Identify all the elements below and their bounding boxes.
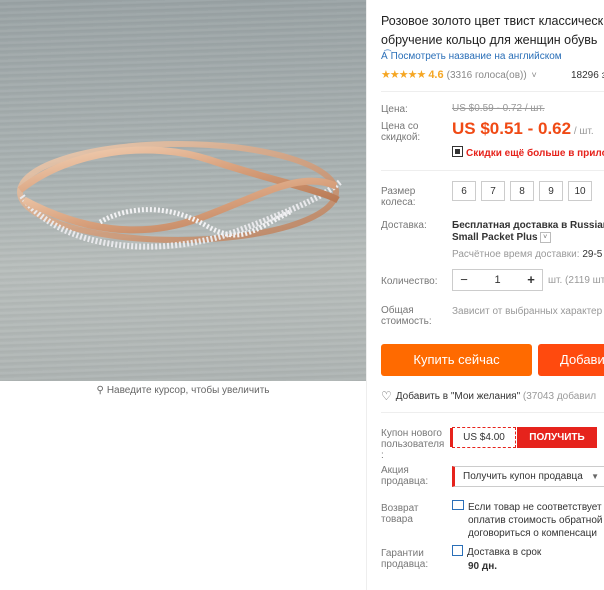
zoom-hint: ⚲ Наведите курсор, чтобы увеличить: [0, 385, 366, 396]
new-user-label-line3: :: [381, 450, 384, 461]
add-to-cart-button[interactable]: Добави: [538, 344, 604, 376]
guarantee-label-line1: Гарантии: [381, 548, 424, 559]
shipping-time-label: Расчётное время доставки:: [452, 249, 580, 260]
returns-info: Если товар не соответствует оплатив стои…: [452, 500, 602, 540]
old-price-unit: / шт.: [522, 103, 545, 114]
total-value: Зависит от выбранных характер: [452, 306, 603, 317]
translate-link-text[interactable]: Посмотреть название на английском: [391, 51, 562, 62]
shipping-time-value: 29-5: [579, 249, 603, 260]
discount-label-line1: Цена со: [381, 121, 419, 132]
shipping-label: Доставка:: [381, 220, 427, 231]
old-price: US $0.59 - 0.72 / шт.: [452, 103, 545, 114]
size-label-line2: колеса:: [381, 197, 416, 208]
quantity-stepper: − 1 +: [452, 269, 543, 291]
translate-link[interactable]: A͡ Посмотреть название на английском: [381, 51, 562, 62]
heart-icon: ♡: [381, 389, 392, 403]
guarantee-label: Гарантии продавца:: [381, 548, 428, 570]
returns-line1: Если товар не соответствует: [452, 500, 602, 514]
new-user-label-line1: Купон нового: [381, 428, 442, 439]
seller-promo-label-line2: продавца:: [381, 476, 429, 487]
wishlist-text[interactable]: Добавить в "Мои желания": [396, 391, 520, 402]
shipping-method[interactable]: Small Packet Plus ˅: [452, 232, 551, 243]
quantity-decrease-button[interactable]: −: [453, 270, 475, 290]
app-discount-link[interactable]: Скидки ещё больше в прилож: [452, 146, 604, 159]
wishlist-link[interactable]: ♡ Добавить в "Мои желания" (37043 добавил: [381, 389, 596, 403]
size-option[interactable]: 10: [568, 181, 592, 201]
sale-price-value: US $0.51 - 0.62: [452, 119, 572, 138]
votes-chevron-icon: ˅: [531, 70, 537, 80]
sale-price-unit: / шт.: [571, 126, 594, 137]
seller-coupon-text[interactable]: Получить купон продавца: [463, 471, 583, 482]
rating-row: ★★★★★ 4.6 (3316 голоса(ов)) ˅: [381, 68, 537, 81]
zoom-hint-text: Наведите курсор, чтобы увеличить: [106, 385, 270, 396]
size-option[interactable]: 9: [539, 181, 563, 201]
total-label: Общая стоимость:: [381, 305, 432, 327]
sale-price: US $0.51 - 0.62 / шт.: [452, 119, 594, 139]
get-coupon-button[interactable]: ПОЛУЧИТЬ: [517, 427, 597, 448]
seller-promo-label-line1: Акция: [381, 465, 409, 476]
stock-count: шт. (2119 шт.: [548, 275, 604, 286]
buy-now-button[interactable]: Купить сейчас: [381, 344, 532, 376]
shipping-title: Бесплатная доставка в Russian: [452, 220, 604, 231]
seller-promo-label: Акция продавца:: [381, 465, 428, 487]
product-title-line2: обручение кольцо для женщин обувь: [381, 33, 598, 47]
product-title: Розовое золото цвет твист классическ обр…: [381, 12, 604, 50]
product-title-line1: Розовое золото цвет твист классическ: [381, 14, 604, 28]
votes-count[interactable]: (3316 голоса(ов)): [447, 70, 527, 81]
quantity-increase-button[interactable]: +: [520, 270, 542, 290]
new-user-coupon-label: Купон нового пользователя :: [381, 428, 444, 461]
quantity-input[interactable]: 1: [475, 270, 520, 290]
rating-value: 4.6: [428, 69, 444, 81]
total-label-line2: стоимость:: [381, 316, 432, 327]
shipping-method-text[interactable]: Small Packet Plus: [452, 232, 538, 243]
returns-line3: договориться о компенсаци: [468, 528, 597, 539]
size-option[interactable]: 6: [452, 181, 476, 201]
new-user-label-line2: пользователя: [381, 439, 445, 450]
quantity-label: Количество:: [381, 276, 438, 287]
seller-coupon-select[interactable]: Получить купон продавца ▼: [452, 466, 604, 487]
returns-line2: оплатив стоимость обратной: [468, 515, 603, 526]
returns-label: Возврат товара: [381, 503, 419, 525]
returns-label-line1: Возврат: [381, 503, 419, 514]
guarantee-info: Доставка в срок 90 дн.: [452, 545, 541, 574]
returns-icon: [452, 500, 464, 510]
ring-illustration: [17, 141, 342, 250]
size-option[interactable]: 8: [510, 181, 534, 201]
guarantee-label-line2: продавца:: [381, 559, 429, 570]
orders-count: 18296 з: [571, 70, 604, 81]
caret-down-icon: ▼: [591, 472, 599, 481]
delivery-icon: [452, 545, 463, 556]
discount-price-label: Цена со скидкой:: [381, 121, 420, 143]
rating-stars-icon: ★★★★★: [381, 69, 426, 81]
coupon-amount: US $4.00: [450, 427, 516, 448]
discount-label-line2: скидкой:: [381, 132, 421, 143]
size-label-line1: Размер: [381, 186, 416, 197]
guarantee-text: Доставка в срок: [467, 547, 542, 558]
size-options: 6 7 8 9 10: [452, 181, 597, 201]
guarantee-line1: Доставка в срок: [452, 545, 541, 560]
divider: [381, 91, 604, 92]
magnifier-icon: ⚲: [96, 385, 104, 396]
translate-icon: A͡: [381, 51, 388, 62]
panel-divider: [366, 0, 367, 590]
size-option[interactable]: 7: [481, 181, 505, 201]
qr-code-icon: [452, 146, 463, 157]
returns-line1-text: Если товар не соответствует: [468, 502, 602, 513]
wishlist-count: (37043 добавил: [520, 391, 597, 402]
product-image[interactable]: [0, 0, 366, 381]
price-label: Цена:: [381, 104, 408, 115]
returns-label-line2: товара: [381, 514, 413, 525]
total-label-line1: Общая: [381, 305, 414, 316]
shipping-time: Расчётное время доставки: 29-5: [452, 249, 602, 260]
shipping-dropdown-icon[interactable]: ˅: [539, 232, 551, 243]
divider: [381, 170, 604, 171]
guarantee-days: 90 дн.: [468, 561, 498, 572]
divider: [381, 412, 604, 413]
size-label: Размер колеса:: [381, 186, 416, 208]
app-discount-text[interactable]: Скидки ещё больше в прилож: [466, 148, 604, 159]
old-price-value: US $0.59 - 0.72: [452, 103, 523, 114]
